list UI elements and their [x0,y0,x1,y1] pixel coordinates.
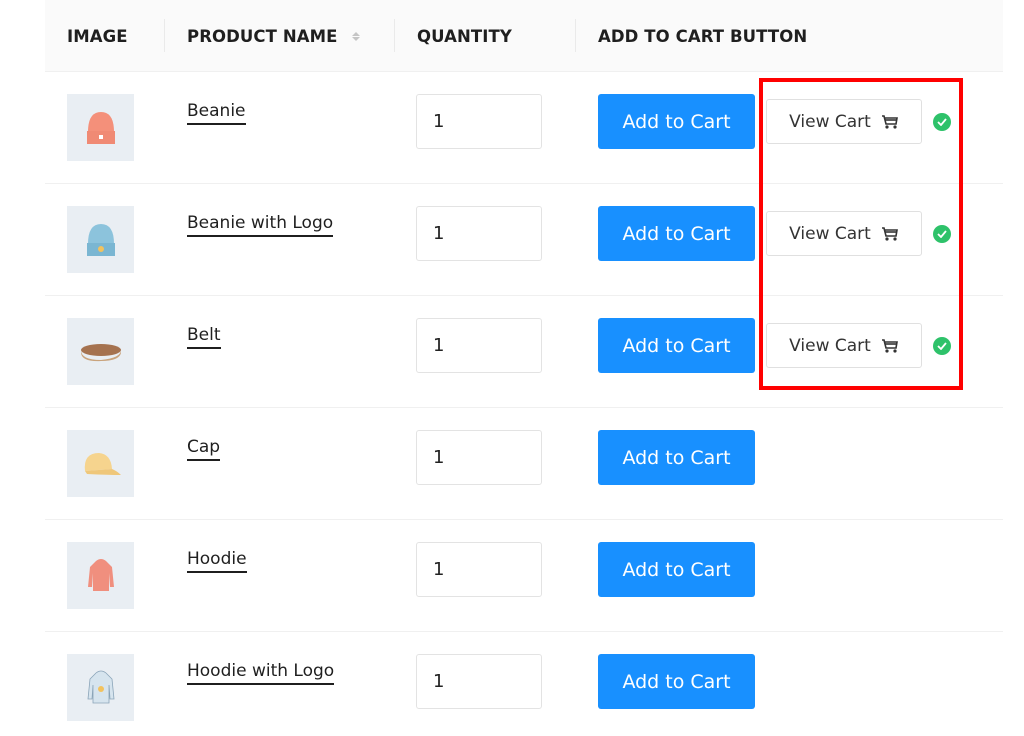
cap-icon [84,452,121,475]
table-row: Beanie Add to Cart View Cart [45,72,1003,184]
cart-icon [881,338,898,353]
header-product-name-label: PRODUCT NAME [187,26,338,46]
product-image [67,94,134,161]
header-divider [394,19,395,52]
check-circle-icon [933,225,951,243]
view-cart-button[interactable]: View Cart [766,211,922,256]
add-to-cart-button[interactable]: Add to Cart [598,542,755,597]
product-name-link[interactable]: Belt [187,324,221,349]
product-image [67,430,134,497]
product-image [67,542,134,609]
beanie-with-logo-icon [86,223,115,256]
product-name-link[interactable]: Beanie [187,100,246,125]
check-circle-icon [933,113,951,131]
table-row: Hoodie Add to Cart [45,520,1003,632]
view-cart-label: View Cart [789,223,871,244]
hoodie-with-logo-icon [87,670,114,703]
hoodie-icon [87,558,114,591]
header-image: IMAGE [67,26,128,46]
quantity-input[interactable] [416,94,542,149]
table-row: Beanie with Logo Add to Cart View Cart [45,184,1003,296]
product-name-link[interactable]: Beanie with Logo [187,212,334,237]
quantity-input[interactable] [416,430,542,485]
header-add-to-cart: ADD TO CART BUTTON [598,26,808,46]
product-name-link[interactable]: Cap [187,436,221,461]
quantity-input[interactable] [416,654,542,709]
header-divider [164,19,165,52]
product-name-link[interactable]: Hoodie with Logo [187,660,335,685]
view-cart-button[interactable]: View Cart [766,323,922,368]
product-name-link[interactable]: Hoodie [187,548,247,573]
cart-icon [881,114,898,129]
table-row: Cap Add to Cart [45,408,1003,520]
quantity-input[interactable] [416,318,542,373]
product-image [67,206,134,273]
belt-icon [80,343,121,361]
view-cart-label: View Cart [789,335,871,356]
add-to-cart-button[interactable]: Add to Cart [598,206,755,261]
cart-icon [881,226,898,241]
view-cart-label: View Cart [789,111,871,132]
product-image [67,654,134,721]
header-product-name[interactable]: PRODUCT NAME [187,0,360,72]
header-quantity: QUANTITY [417,26,512,46]
product-image [67,318,134,385]
add-to-cart-button[interactable]: Add to Cart [598,318,755,373]
table-row: Hoodie with Logo Add to Cart [45,632,1003,736]
table-header: IMAGE PRODUCT NAME QUANTITY ADD TO CART … [45,0,1003,72]
view-cart-button[interactable]: View Cart [766,99,922,144]
check-circle-icon [933,337,951,355]
add-to-cart-button[interactable]: Add to Cart [598,94,755,149]
add-to-cart-button[interactable]: Add to Cart [598,654,755,709]
table-row: Belt Add to Cart View Cart [45,296,1003,408]
quantity-input[interactable] [416,542,542,597]
add-to-cart-button[interactable]: Add to Cart [598,430,755,485]
product-table: IMAGE PRODUCT NAME QUANTITY ADD TO CART … [45,0,1003,721]
beanie-icon [86,111,115,144]
header-divider [575,19,576,52]
sort-icon[interactable] [351,31,360,41]
quantity-input[interactable] [416,206,542,261]
